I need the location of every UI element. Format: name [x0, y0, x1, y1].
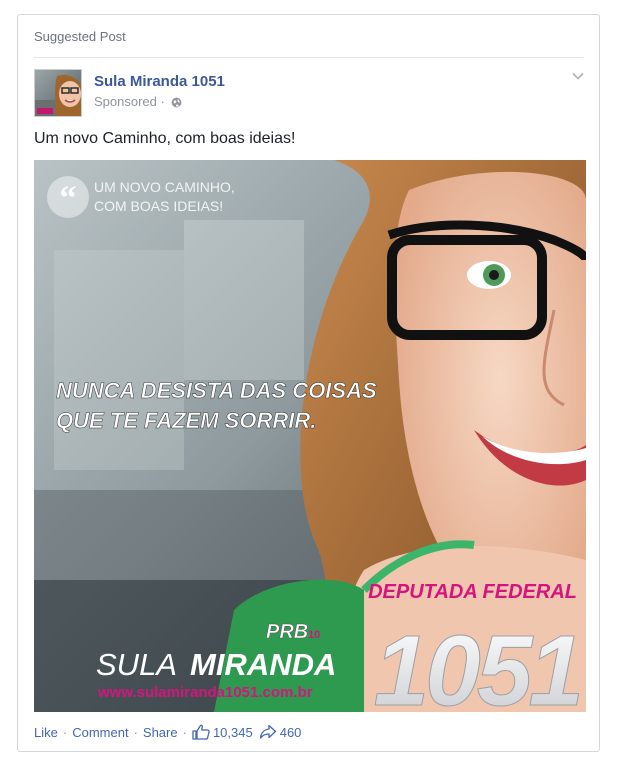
candidate-number: 1051: [374, 615, 580, 712]
party-number: 10: [308, 629, 320, 641]
page-avatar[interactable]: [34, 69, 82, 117]
slogan-line-1: NUNCA DESISTA DAS COISAS: [56, 378, 377, 403]
ad-image[interactable]: “ UM NOVO CAMINHO, COM BOAS IDEIAS! NUNC…: [34, 160, 586, 712]
sponsored-row: Sponsored ·: [94, 94, 182, 111]
candidate-last-name: MIRANDA: [190, 647, 336, 682]
website-text: www.sulamiranda1051.com.br: [97, 684, 313, 701]
like-link[interactable]: Like: [34, 725, 58, 740]
quote-line-2: COM BOAS IDEIAS!: [94, 198, 223, 214]
page-name-link[interactable]: Sula Miranda 1051: [94, 73, 225, 90]
suggested-post-card: Suggested Post Sula Miranda 1051 Sponsor…: [17, 14, 600, 752]
share-link[interactable]: Share: [143, 725, 178, 740]
role-label: DEPUTADA FEDERAL: [368, 581, 577, 603]
header-divider: [34, 57, 583, 58]
ad-image-graphic: “ UM NOVO CAMINHO, COM BOAS IDEIAS! NUNC…: [34, 160, 586, 712]
like-count[interactable]: 10,345: [213, 725, 253, 740]
svg-text:“: “: [60, 180, 77, 217]
share-arrow-icon[interactable]: [259, 724, 277, 740]
post-body-text: Um novo Caminho, com boas ideias!: [34, 130, 296, 147]
suggested-post-label: Suggested Post: [34, 29, 126, 44]
avatar-image: [35, 70, 81, 116]
thumbs-up-icon[interactable]: [192, 724, 210, 740]
quote-line-1: UM NOVO CAMINHO,: [94, 179, 235, 195]
slogan-line-2: QUE TE FAZEM SORRIR.: [56, 408, 316, 433]
sponsored-label: Sponsored: [94, 94, 157, 109]
globe-icon: [171, 96, 182, 111]
candidate-first-name: SULA: [96, 647, 177, 682]
chevron-down-icon[interactable]: [571, 69, 585, 83]
share-count[interactable]: 460: [280, 725, 302, 740]
post-actions-bar: Like · Comment · Share · 10,345 460: [34, 724, 302, 740]
comment-link[interactable]: Comment: [72, 725, 128, 740]
party-label: PRB: [266, 621, 308, 643]
